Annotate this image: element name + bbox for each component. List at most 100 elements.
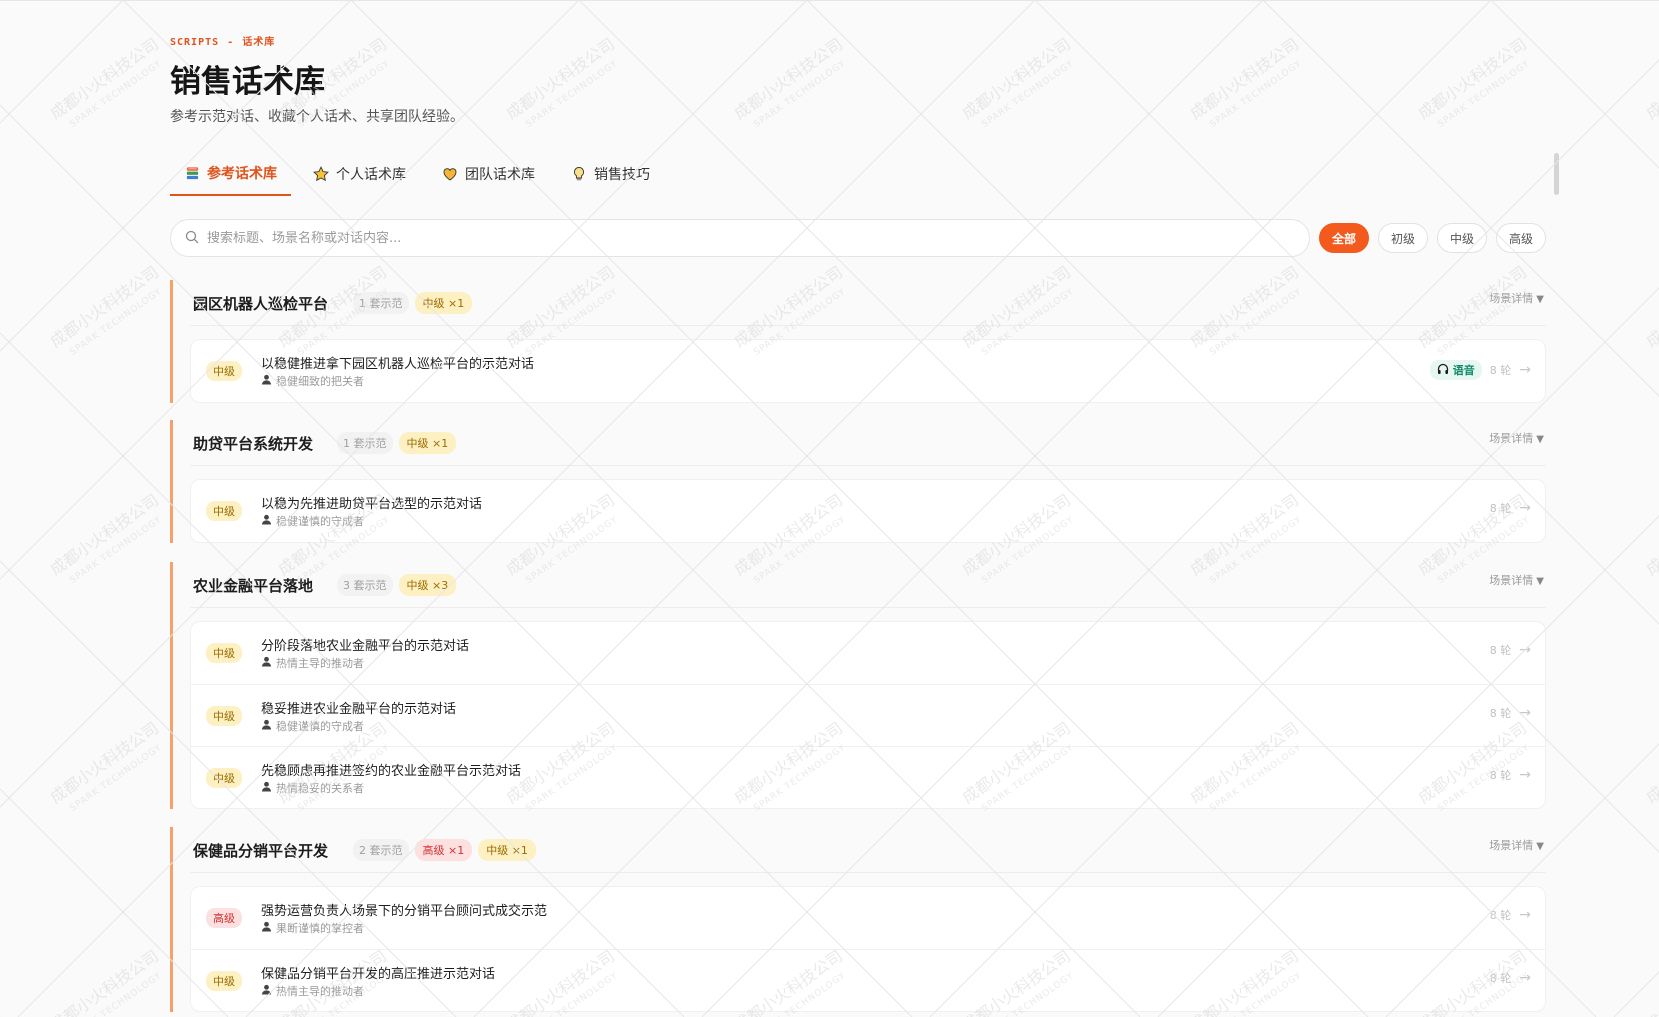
- script-item[interactable]: 中级 以稳为先推进助贷平台选型的示范对话 稳健谨慎的守成者 8 轮 →: [191, 480, 1545, 542]
- round-count: 8 轮: [1489, 972, 1512, 985]
- arrow-right-icon: →: [1519, 642, 1531, 658]
- watermark-text: 成都小火科技公司SPARK TECHNOLOGY: [958, 34, 1076, 130]
- scenario-group: 园区机器人巡检平台 1 套示范 中级 ×1 场景详情 ▼ 中级 以稳健推进拿下园区…: [170, 280, 1546, 403]
- scenario-group: 保健品分销平台开发 2 套示范 高级 ×1 中级 ×1 场景详情 ▼ 高级 强势运…: [170, 827, 1546, 1012]
- script-list: 中级 分阶段落地农业金融平台的示范对话 热情主导的推动者 8 轮 → 中级 稳妥…: [190, 621, 1546, 809]
- lightbulb-icon: [571, 166, 587, 182]
- watermark-text: 成都小火科技公司SPARK TECHNOLOGY: [502, 34, 619, 130]
- tab-reference-scripts[interactable]: 参考话术库: [170, 152, 291, 196]
- svg-text:SPARK TECHNOLOGY: SPARK TECHNOLOGY: [980, 59, 1076, 130]
- item-meta: 8 轮 →: [1490, 907, 1531, 923]
- script-item[interactable]: 中级 分阶段落地农业金融平台的示范对话 热情主导的推动者 8 轮 →: [191, 622, 1545, 684]
- tab-team-scripts[interactable]: 团队话术库: [428, 152, 549, 196]
- group-header: 农业金融平台落地 3 套示范 中级 ×3 场景详情 ▼: [190, 562, 1546, 608]
- page-title: 销售话术库: [170, 64, 325, 100]
- persona: 稳健细致的把关者: [261, 373, 364, 389]
- user-icon: [261, 719, 272, 733]
- heart-icon: [442, 166, 458, 182]
- watermark-line: [1613, 971, 1659, 1017]
- filter-beginner[interactable]: 初级: [1377, 223, 1428, 253]
- search-input[interactable]: [207, 230, 1207, 246]
- top-border: [0, 0, 1659, 1]
- arrow-right-icon: →: [1519, 970, 1531, 986]
- level-tag: 中级: [206, 361, 242, 381]
- item-meta: 8 轮 →: [1490, 642, 1531, 658]
- script-item[interactable]: 中级 稳妥推进农业金融平台的示范对话 稳健谨慎的守成者 8 轮 →: [191, 684, 1545, 746]
- level-summary-badge: 中级 ×1: [478, 839, 536, 861]
- persona: 稳健谨慎的守成者: [261, 718, 364, 734]
- svg-text:SPARK TECHNOLOGY: SPARK TECHNOLOGY: [752, 59, 848, 130]
- scenario-detail-toggle[interactable]: 场景详情 ▼: [1489, 837, 1544, 853]
- level-tag: 中级: [206, 706, 242, 726]
- group-title: 农业金融平台落地: [193, 577, 314, 595]
- svg-text:SPARK TECHNOLOGY: SPARK TECHNOLOGY: [1208, 59, 1304, 130]
- persona: 热情稳妥的关系者: [261, 780, 364, 796]
- scenario-detail-toggle[interactable]: 场景详情 ▼: [1489, 430, 1544, 446]
- group-title: 保健品分销平台开发: [193, 842, 329, 860]
- script-item[interactable]: 中级 以稳健推进拿下园区机器人巡检平台的示范对话 稳健细致的把关者 语音 8 轮…: [191, 340, 1545, 402]
- level-tag: 中级: [206, 768, 242, 788]
- svg-text:成都小火科技公司: 成都小火科技公司: [1186, 34, 1302, 123]
- group-header: 助贷平台系统开发 1 套示范 中级 ×1 场景详情 ▼: [190, 420, 1546, 466]
- scenario-detail-toggle[interactable]: 场景详情 ▼: [1489, 290, 1544, 306]
- group-meta: 1 套示范 中级 ×1: [353, 292, 473, 314]
- script-list: 中级 以稳为先推进助贷平台选型的示范对话 稳健谨慎的守成者 8 轮 →: [190, 479, 1546, 543]
- svg-text:成都小火科技公司: 成都小火科技公司: [46, 34, 162, 123]
- caret-down-icon: ▼: [1536, 576, 1544, 587]
- watermark-text: 成都小火科技公司SPARK TECHNOLOGY: [730, 34, 848, 130]
- script-title: 先稳顾虑再推进签约的农业金融平台示范对话: [261, 764, 522, 779]
- level-filters: 全部 初级 中级 高级: [1318, 223, 1546, 253]
- level-summary-badge: 中级 ×3: [398, 574, 457, 596]
- script-title: 以稳健推进拿下园区机器人巡检平台的示范对话: [261, 357, 535, 372]
- svg-text:SPARK TECHNOLOGY: SPARK TECHNOLOGY: [68, 287, 164, 358]
- search-row: 全部 初级 中级 高级: [170, 219, 1546, 257]
- tab-sales-tips[interactable]: 销售技巧: [557, 152, 664, 196]
- svg-text:成都小火科技公司: 成都小火科技公司: [1642, 262, 1659, 351]
- arrow-right-icon: →: [1519, 767, 1531, 783]
- script-item[interactable]: 高级 强势运营负责人场景下的分销平台顾问式成交示范 果断谨慎的掌控者 8 轮 →: [191, 887, 1545, 949]
- level-tag: 中级: [206, 501, 242, 521]
- svg-text:SPARK TECHNOLOGY: SPARK TECHNOLOGY: [68, 59, 164, 130]
- script-item[interactable]: 中级 保健品分销平台开发的高压推进示范对话 热情主导的推动者 8 轮 →: [191, 949, 1545, 1011]
- filter-intermediate[interactable]: 中级: [1436, 223, 1487, 253]
- level-summary-badge: 中级 ×1: [398, 432, 457, 454]
- level-summary-badge: 高级 ×1: [414, 839, 473, 861]
- star-icon: [313, 166, 329, 182]
- filter-all[interactable]: 全部: [1318, 223, 1369, 253]
- item-meta: 8 轮 →: [1490, 767, 1531, 783]
- group-count: 1 套示范: [353, 292, 409, 314]
- arrow-right-icon: →: [1519, 705, 1531, 721]
- svg-text:成都小火科技公司: 成都小火科技公司: [1642, 34, 1659, 123]
- svg-text:成都小火科技公司: 成都小火科技公司: [46, 490, 162, 579]
- script-title: 稳妥推进农业金融平台的示范对话: [261, 702, 457, 717]
- tab-personal-scripts[interactable]: 个人话术库: [299, 152, 420, 196]
- watermark-text: 成都小火科技公司SPARK TECHNOLOGY: [1642, 718, 1659, 807]
- svg-text:成都小火科技公司: 成都小火科技公司: [958, 34, 1074, 123]
- group-meta: 2 套示范 高级 ×1 中级 ×1: [353, 839, 536, 861]
- watermark-text: 成都小火科技公司SPARK TECHNOLOGY: [46, 946, 163, 1017]
- filter-advanced[interactable]: 高级: [1495, 223, 1546, 253]
- persona: 稳健谨慎的守成者: [261, 513, 364, 529]
- user-icon: [261, 656, 272, 670]
- scenario-detail-toggle[interactable]: 场景详情 ▼: [1489, 572, 1544, 588]
- watermark-text: 成都小火科技公司SPARK TECHNOLOGY: [46, 262, 164, 358]
- watermark-line: [0, 0, 124, 124]
- script-list: 高级 强势运营负责人场景下的分销平台顾问式成交示范 果断谨慎的掌控者 8 轮 →…: [190, 886, 1546, 1012]
- svg-text:SPARK TECHNOLOGY: SPARK TECHNOLOGY: [68, 515, 164, 586]
- script-title: 保健品分销平台开发的高压推进示范对话: [261, 967, 496, 982]
- level-tag: 中级: [206, 971, 242, 991]
- svg-text:成都小火科技公司: 成都小火科技公司: [730, 34, 846, 123]
- scenario-group: 助贷平台系统开发 1 套示范 中级 ×1 场景详情 ▼ 中级 以稳为先推进助贷平台…: [170, 420, 1546, 543]
- script-item[interactable]: 中级 先稳顾虑再推进签约的农业金融平台示范对话 热情稳妥的关系者 8 轮 →: [191, 746, 1545, 808]
- group-title: 助贷平台系统开发: [193, 435, 314, 453]
- eyebrow: SCRIPTS - 话术库: [170, 37, 276, 48]
- scrollbar-thumb[interactable]: [1554, 153, 1559, 195]
- svg-text:SPARK TECHNOLOGY: SPARK TECHNOLOGY: [68, 743, 164, 814]
- script-title: 强势运营负责人场景下的分销平台顾问式成交示范: [261, 904, 548, 919]
- watermark-text: 成都小火科技公司SPARK TECHNOLOGY: [1414, 34, 1531, 130]
- round-count: 8 轮: [1489, 644, 1512, 657]
- search-box[interactable]: [170, 219, 1310, 257]
- svg-text:成都小火科技公司: 成都小火科技公司: [46, 946, 162, 1017]
- svg-text:成都小火科技公司: 成都小火科技公司: [1642, 946, 1659, 1017]
- level-tag: 中级: [206, 643, 242, 663]
